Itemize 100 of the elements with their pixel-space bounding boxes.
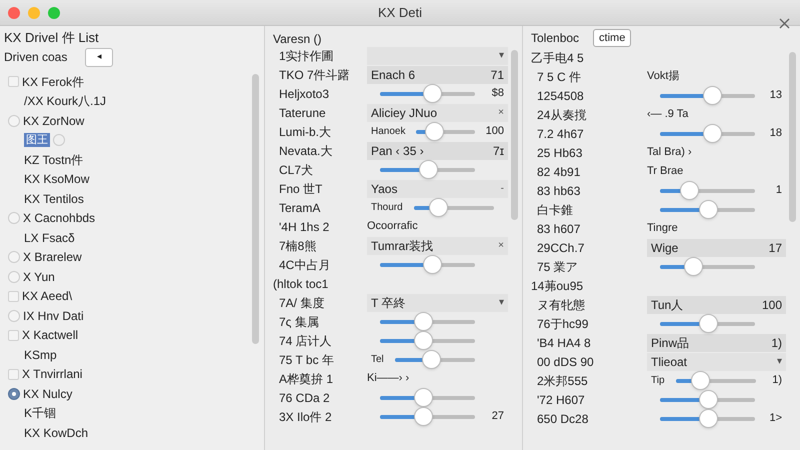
value-field[interactable]: Tun人 100: [647, 296, 786, 314]
checkbox[interactable]: [8, 76, 19, 88]
row-label: Lumi-b.大: [278, 124, 332, 140]
slider-thumb[interactable]: [698, 390, 718, 408]
time-button[interactable]: ctime: [593, 29, 632, 47]
slider-thumb[interactable]: [414, 388, 433, 406]
value-field[interactable]: Pan ‹ 35 › 7ɪ: [367, 142, 508, 160]
slider-value: 1): [772, 373, 782, 388]
row-label: 74 店计人: [278, 332, 333, 350]
scrollbar[interactable]: [511, 50, 518, 220]
list-item[interactable]: LX Fsacδ: [4, 228, 75, 247]
row-label: 7楠8熊: [278, 238, 318, 254]
slider-thumb[interactable]: [418, 160, 438, 178]
row-label: Nevata.大: [278, 142, 334, 160]
value-field[interactable]: Wige 17: [647, 238, 786, 256]
dropdown[interactable]: Tumrar装找 ×: [367, 236, 508, 254]
dropdown[interactable]: Yaos -: [367, 180, 508, 198]
slider-thumb[interactable]: [680, 180, 698, 200]
list-item[interactable]: X Brarelew: [23, 248, 82, 266]
dropdown[interactable]: ▾: [367, 46, 508, 64]
row-value: Tal Bra) ›: [647, 145, 693, 160]
slider-value: 18: [770, 126, 782, 142]
close-window-button[interactable]: [8, 7, 20, 19]
row-label: 7 5 C 件: [536, 68, 582, 86]
checkbox[interactable]: [8, 330, 19, 341]
close-icon[interactable]: [779, 18, 790, 29]
slider-thumb[interactable]: [414, 330, 433, 350]
row-label: 650 Dc28: [536, 410, 590, 428]
checkbox[interactable]: [8, 290, 19, 302]
row-label: 83 hb63: [536, 182, 582, 200]
list-item[interactable]: X Yun: [23, 268, 55, 286]
row-label: 7A/ 集度: [278, 294, 326, 312]
list-item[interactable]: X Cacnohbds: [23, 209, 96, 228]
list-item[interactable]: KZ Tostn件: [4, 150, 84, 169]
list-item[interactable]: X Kactwell: [22, 326, 78, 344]
panel-title: Tolenboc: [531, 30, 580, 47]
slider-thumb[interactable]: [698, 408, 718, 428]
slider-label: Hanoek: [371, 125, 406, 139]
row-label: 29CCh.7: [536, 240, 586, 256]
row-label: 7ς 集属: [278, 314, 320, 330]
list-item[interactable]: X Tnvirrlani: [22, 365, 82, 384]
list-item[interactable]: KX KsoMow: [4, 170, 90, 188]
row-label: A桦奠拚 1: [278, 370, 334, 388]
slider-thumb[interactable]: [424, 122, 444, 140]
radio-button[interactable]: [8, 388, 20, 400]
row-label: 75 業ア: [536, 258, 579, 276]
value-field[interactable]: Pinw品 1): [647, 334, 786, 352]
list-item[interactable]: KX ZorNow: [23, 112, 84, 130]
list-item[interactable]: KX Aeed\: [22, 287, 72, 306]
checkbox[interactable]: [8, 368, 19, 380]
slider-thumb[interactable]: [703, 86, 722, 104]
row-label: 4C中占月: [278, 256, 332, 274]
dropdown[interactable]: T 卒終 ▾: [367, 294, 508, 312]
row-label: TeramA: [278, 200, 322, 216]
row-label: Fno 世T: [278, 180, 324, 198]
list-item[interactable]: /XX Kourk八.1J: [4, 92, 106, 110]
slider-thumb[interactable]: [422, 350, 441, 368]
slider-thumb[interactable]: [703, 124, 722, 142]
zoom-window-button[interactable]: [48, 7, 60, 19]
list-item[interactable]: KX Ferok件: [22, 72, 84, 91]
slider-thumb[interactable]: [414, 312, 433, 330]
list-item[interactable]: KX Nulcy: [23, 384, 72, 403]
slider-thumb[interactable]: [423, 254, 442, 274]
slider-thumb[interactable]: [684, 256, 704, 276]
slider-label: Tip: [651, 374, 665, 388]
row-label: 2米邦555: [536, 372, 589, 390]
dropdown[interactable]: Aliciey JNuo ×: [367, 104, 508, 122]
row-label: 76于hc99: [536, 316, 590, 332]
slider-thumb[interactable]: [414, 406, 433, 426]
slider-value: 100: [486, 124, 504, 140]
tag: 图王: [24, 133, 50, 148]
panel-title: Varesn (): [273, 31, 322, 46]
list-item[interactable]: KX Tentilos: [4, 190, 84, 208]
row-label: 25 Hb63: [536, 144, 584, 162]
scrollbar[interactable]: [789, 52, 796, 222]
filter-label: Driven coas: [4, 49, 68, 66]
list-item[interactable]: KX KowDch: [4, 424, 88, 442]
row-label: 白卡錐: [536, 202, 574, 218]
slider-thumb[interactable]: [698, 200, 718, 218]
slider-thumb[interactable]: [698, 314, 718, 332]
dropdown[interactable]: Tlieoat ▾: [647, 352, 786, 370]
row-label: ヌ有牝態: [536, 296, 586, 314]
list-item[interactable]: IX Hnv Dati: [23, 306, 84, 325]
row-label: 7.2 4h67: [536, 126, 585, 142]
slider-thumb[interactable]: [428, 198, 448, 216]
list-item[interactable]: KSmp: [4, 346, 57, 364]
minimize-window-button[interactable]: [28, 7, 40, 19]
slider-thumb[interactable]: [690, 370, 710, 390]
list-item[interactable]: K千锢: [4, 404, 56, 422]
scrollbar[interactable]: [252, 74, 259, 344]
section-label: (hltok toc1: [273, 276, 328, 292]
value-field[interactable]: Enach 6 71: [367, 66, 508, 84]
row-label: 83 h607: [536, 220, 582, 238]
collapse-button[interactable]: ◂: [85, 48, 114, 66]
slider-label: Tel: [371, 353, 384, 367]
row-value: Ocoorrafic: [367, 219, 419, 234]
row-value: Ki——› ›: [367, 371, 410, 386]
row-label: 76 CDa 2: [278, 390, 331, 406]
slider-thumb[interactable]: [423, 84, 442, 102]
row-label: Heljxoto3: [278, 86, 330, 102]
